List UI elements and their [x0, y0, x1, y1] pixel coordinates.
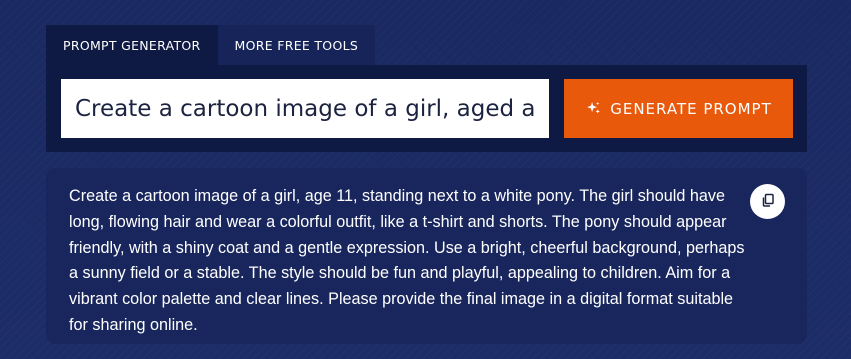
tab-more-free-tools[interactable]: MORE FREE TOOLS — [217, 25, 376, 65]
copy-icon — [761, 193, 775, 210]
prompt-panel: GENERATE PROMPT — [46, 65, 807, 152]
copy-button[interactable] — [750, 184, 785, 219]
tab-prompt-generator[interactable]: PROMPT GENERATOR — [46, 25, 218, 65]
generated-prompt-text: Create a cartoon image of a girl, age 11… — [69, 187, 745, 334]
generate-prompt-button[interactable]: GENERATE PROMPT — [564, 79, 793, 138]
tab-bar: PROMPT GENERATOR MORE FREE TOOLS — [46, 25, 376, 65]
generate-prompt-label: GENERATE PROMPT — [610, 99, 772, 118]
prompt-input[interactable] — [61, 79, 549, 138]
result-panel: Create a cartoon image of a girl, age 11… — [46, 168, 807, 344]
sparkle-icon — [585, 100, 602, 117]
